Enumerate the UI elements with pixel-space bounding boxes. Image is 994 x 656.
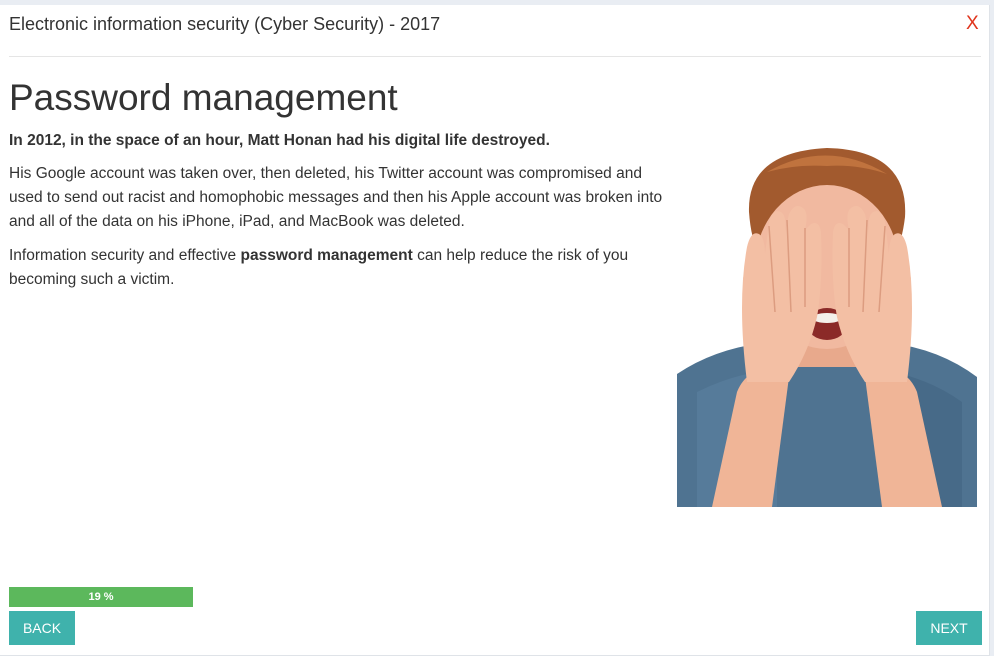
back-button[interactable]: BACK <box>9 611 75 645</box>
close-button[interactable]: X <box>966 14 979 34</box>
progress-label: 19 % <box>88 591 114 603</box>
body-paragraph-1: His Google account was taken over, then … <box>9 165 663 230</box>
header: Electronic information security (Cyber S… <box>0 5 990 57</box>
header-divider <box>9 56 981 57</box>
page-title: Password management <box>9 77 398 118</box>
body-paragraph-2: Information security and effective passw… <box>9 244 669 292</box>
password-management-emphasis: password management <box>240 247 413 264</box>
lead-text: In 2012, in the space of an hour, Matt H… <box>9 132 550 149</box>
paragraph-2-text-start: Information security and effective <box>9 247 241 264</box>
course-window: Electronic information security (Cyber S… <box>0 5 990 656</box>
stressed-man-photo <box>677 142 977 507</box>
progress-bar: 19 % <box>9 587 193 607</box>
course-title: Electronic information security (Cyber S… <box>9 14 441 34</box>
next-button[interactable]: NEXT <box>916 611 982 645</box>
